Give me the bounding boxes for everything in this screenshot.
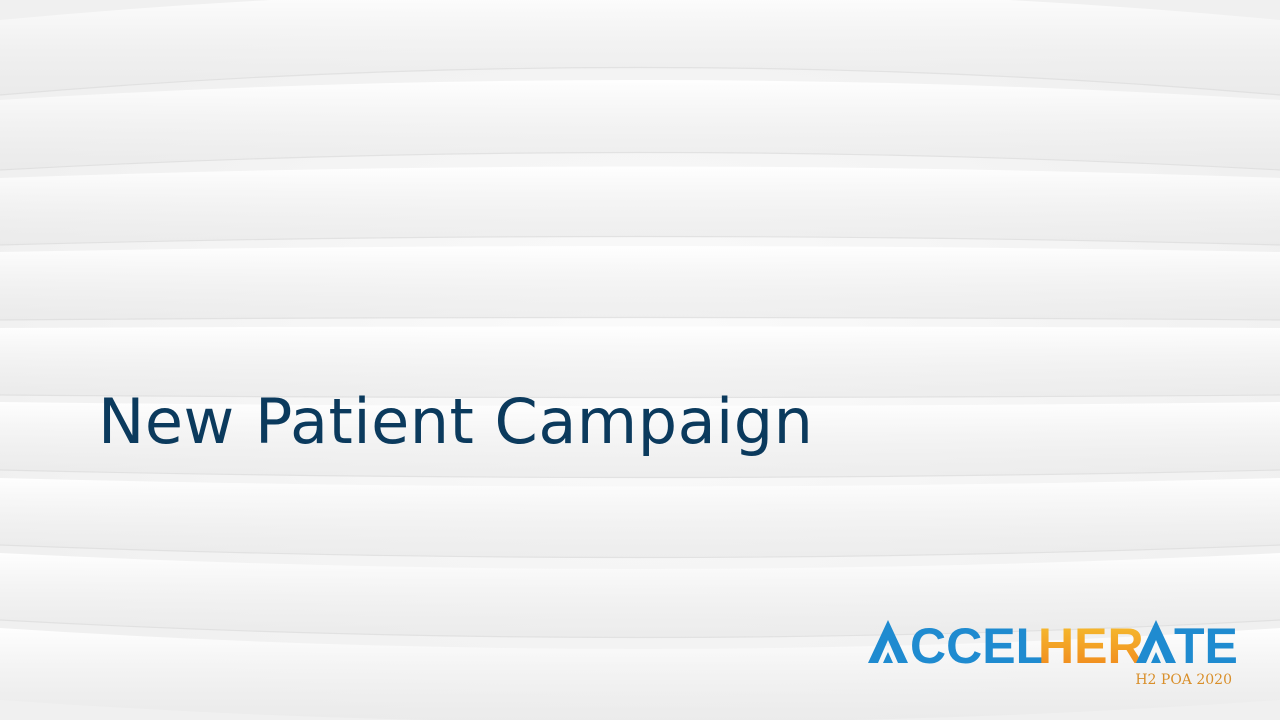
svg-text:CCEL: CCEL	[910, 618, 1046, 674]
logo-wordmark: CCEL HER TE H2 POA 2020	[868, 618, 1236, 688]
svg-text:HER: HER	[1038, 618, 1144, 674]
accelherate-logo: CCEL HER TE H2 POA 2020	[866, 618, 1236, 690]
svg-text:H2 POA 2020: H2 POA 2020	[1135, 672, 1232, 688]
slide: New Patient Campaign CCEL HER TE H2 POA …	[0, 0, 1280, 720]
slide-title: New Patient Campaign	[98, 385, 814, 458]
svg-text:TE: TE	[1174, 618, 1236, 674]
background-wave-pattern	[0, 0, 1280, 720]
